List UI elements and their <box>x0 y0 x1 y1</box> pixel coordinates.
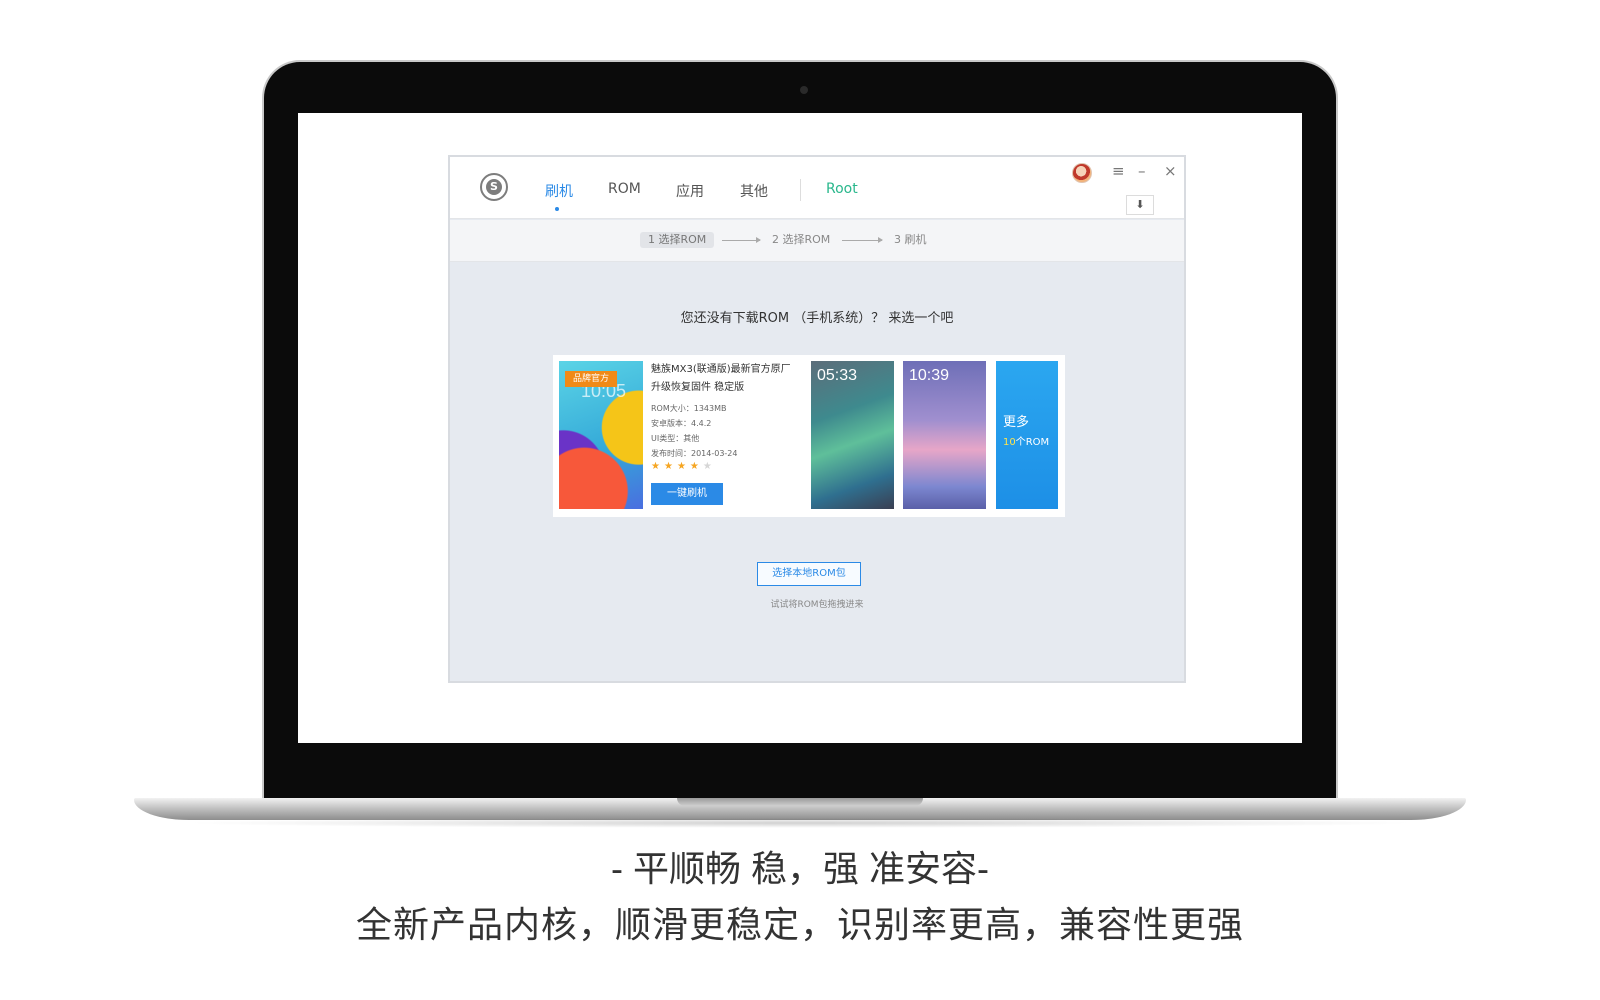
rom-title-line1[interactable]: 魅族MX3(联通版)最新官方原厂 <box>651 361 801 379</box>
tab-rom[interactable]: ROM <box>608 181 641 197</box>
rom-screenshot-1[interactable]: 05:33 <box>811 361 894 509</box>
rom-info: 魅族MX3(联通版)最新官方原厂 升级恢复固件 稳定版 ROM大小：1343MB… <box>651 361 801 472</box>
tab-flash[interactable]: 刷机 <box>545 181 573 201</box>
close-icon[interactable]: × <box>1164 163 1177 179</box>
camera-icon <box>800 86 808 94</box>
user-avatar[interactable] <box>1072 163 1092 183</box>
no-rom-prompt: 您还没有下载ROM （手机系统）？ 来选一个吧 <box>680 311 954 326</box>
rom-thumbnail[interactable]: 10:05 品牌官方 <box>559 361 643 509</box>
step-arrow-icon <box>842 237 883 243</box>
tab-divider <box>800 179 801 201</box>
logo-shield-icon: S <box>486 179 502 195</box>
tab-apps[interactable]: 应用 <box>676 181 704 201</box>
more-title: 更多 <box>1003 415 1030 430</box>
more-count-number: 10 <box>1003 437 1016 448</box>
menu-icon[interactable]: ≡ <box>1112 163 1125 179</box>
step-select-rom-1: 1 选择ROM <box>640 232 715 248</box>
app-header: S 刷机 ROM 应用 其他 Root ≡ – × ⬇ <box>450 157 1184 219</box>
official-brand-badge: 品牌官方 <box>565 371 618 387</box>
more-roms-card[interactable]: 更多 10个ROM <box>996 361 1058 509</box>
active-tab-indicator <box>555 207 559 211</box>
rom-screenshot-2[interactable]: 10:39 <box>903 361 986 509</box>
screenshot-2-time: 10:39 <box>909 367 950 384</box>
app-window: S 刷机 ROM 应用 其他 Root ≡ – × ⬇ 1 选择ROM 2 选择… <box>448 155 1186 683</box>
rom-size: ROM大小：1343MB <box>651 404 727 413</box>
step-arrow-icon <box>722 237 761 243</box>
tagline-caption: - 平顺畅 稳，强 准安容- <box>611 848 989 889</box>
step-indicator: 1 选择ROM 2 选择ROM 3 刷机 <box>450 220 1184 262</box>
rom-android-version: 安卓版本：4.4.2 <box>651 419 712 428</box>
tab-root[interactable]: Root <box>826 181 858 197</box>
drag-drop-hint: 试试将ROM包拖拽进来 <box>770 600 864 610</box>
rom-ui-type: UI类型：其他 <box>651 434 700 443</box>
minimize-icon[interactable]: – <box>1138 163 1146 179</box>
one-click-flash-button[interactable]: 一键刷机 <box>651 483 723 505</box>
app-logo-icon[interactable]: S <box>480 173 508 201</box>
laptop-shadow <box>180 818 1420 828</box>
rom-title-line2[interactable]: 升级恢复固件 稳定版 <box>651 379 801 397</box>
star-filled-icon: ★ <box>689 461 703 472</box>
rom-recommendation-panel: 10:05 品牌官方 魅族MX3(联通版)最新官方原厂 升级恢复固件 稳定版 R… <box>553 355 1065 517</box>
star-filled-icon: ★ <box>651 461 664 472</box>
select-local-rom-button[interactable]: 选择本地ROM包 <box>757 562 861 586</box>
step-flash: 3 刷机 <box>894 233 927 246</box>
more-count-unit: 个ROM <box>1015 437 1050 448</box>
download-icon[interactable]: ⬇ <box>1126 195 1154 215</box>
star-empty-icon: ★ <box>702 461 716 472</box>
star-filled-icon: ★ <box>676 461 690 472</box>
more-count: 10个ROM <box>1003 433 1049 448</box>
laptop-base-notch <box>677 798 923 806</box>
star-filled-icon: ★ <box>663 461 677 472</box>
rom-meta: ROM大小：1343MB 安卓版本：4.4.2 UI类型：其他 发布时间：201… <box>651 401 801 461</box>
rating-stars: ★★★★★ <box>651 461 801 472</box>
description-caption: 全新产品内核，顺滑更稳定，识别率更高，兼容性更强 <box>355 904 1244 945</box>
screenshot-1-time: 05:33 <box>817 367 858 384</box>
step-select-rom-2: 2 选择ROM <box>772 233 831 246</box>
laptop-screen: S 刷机 ROM 应用 其他 Root ≡ – × ⬇ 1 选择ROM 2 选择… <box>298 113 1302 743</box>
rom-release-date: 发布时间：2014-03-24 <box>651 449 738 458</box>
tab-other[interactable]: 其他 <box>740 181 768 201</box>
